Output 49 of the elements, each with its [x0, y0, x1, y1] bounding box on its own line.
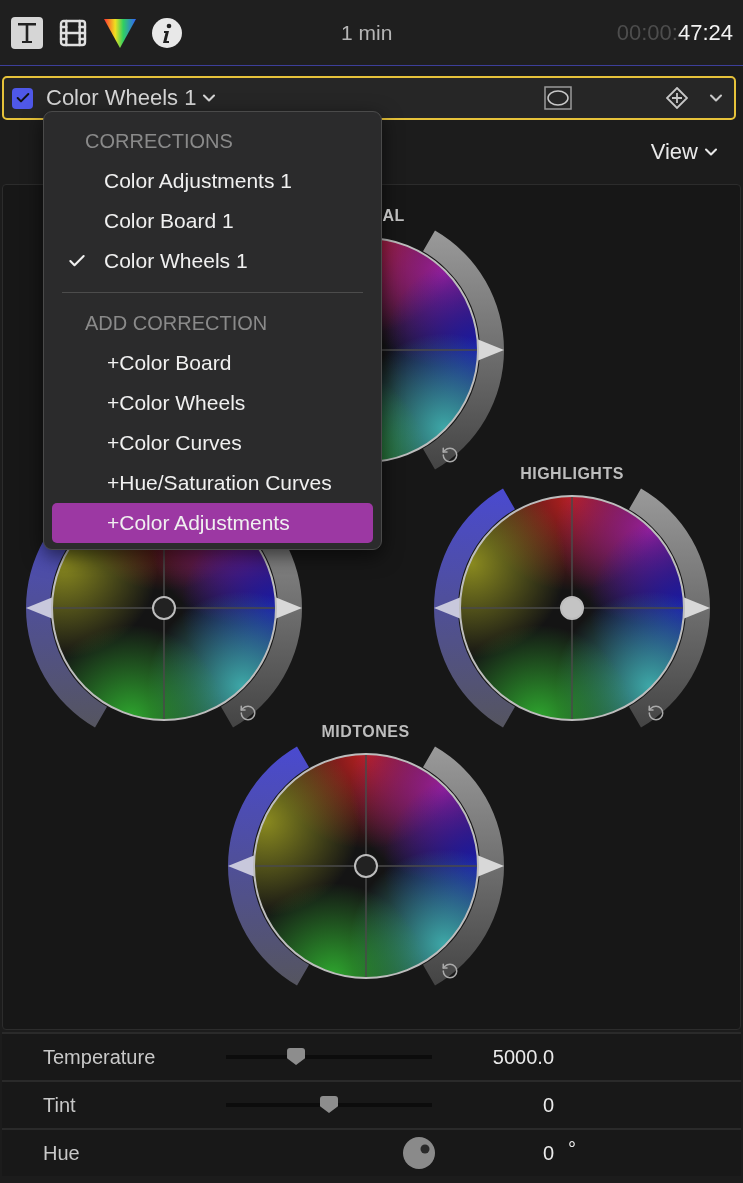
text-icon[interactable] [11, 16, 43, 49]
wheel-label: HIGHLIGHTS [520, 464, 624, 484]
brightness-slider[interactable] [422, 746, 504, 986]
info-icon[interactable] [151, 16, 183, 49]
slider-handle[interactable] [26, 597, 53, 619]
slider-handle[interactable] [477, 339, 504, 361]
menu-item[interactable]: +Color Wheels [52, 383, 373, 423]
saturation-slider[interactable] [227, 746, 309, 986]
reset-icon[interactable] [442, 964, 457, 978]
parameter-label: Temperature [42, 1045, 157, 1069]
menu-item[interactable]: +Color Adjustments [52, 503, 373, 543]
reset-icon[interactable] [442, 448, 457, 462]
timecode: 00:00:47:24 [616, 19, 733, 46]
wheel-label: MIDTONES [321, 722, 410, 742]
menu-item[interactable]: Color Adjustments 1 [52, 161, 373, 201]
menu-item[interactable]: +Hue/Saturation Curves [52, 463, 373, 503]
slider-handle[interactable] [477, 855, 504, 877]
saturation-slider[interactable] [434, 488, 515, 728]
slider-handle[interactable] [434, 597, 461, 619]
hue-dial[interactable] [403, 1137, 435, 1169]
slider-handle[interactable] [227, 855, 254, 877]
color-triangle-icon[interactable] [103, 16, 137, 49]
parameter-label: Hue [42, 1141, 81, 1165]
parameter-value: 0 [541, 1093, 554, 1117]
enable-checkbox[interactable] [12, 87, 33, 109]
menu-item[interactable]: Color Wheels 1 [52, 241, 373, 281]
slider-thumb[interactable] [320, 1096, 338, 1113]
menu-item[interactable]: +Color Curves [52, 423, 373, 463]
menu-section-header: ADD CORRECTION [84, 311, 269, 336]
brightness-slider[interactable] [629, 488, 710, 728]
duration-label: 1 min [341, 20, 394, 45]
brightness-slider[interactable] [422, 230, 504, 470]
slider-handle[interactable] [683, 597, 710, 619]
mask-icon[interactable] [544, 86, 572, 110]
unit-label: ° [568, 1137, 576, 1161]
reset-icon[interactable] [241, 706, 255, 720]
menu-section-header: CORRECTIONS [84, 129, 234, 154]
wheel-label: AL [382, 206, 405, 226]
menu-item[interactable]: Color Board 1 [52, 201, 373, 241]
reset-icon[interactable] [649, 706, 663, 720]
effect-dropdown[interactable]: Color Wheels 1 [46, 85, 220, 111]
keyframe-icon[interactable] [666, 87, 688, 109]
menu-item[interactable]: +Color Board [52, 343, 373, 383]
view-button[interactable]: View [650, 139, 721, 165]
parameter-value: 0 [541, 1141, 554, 1165]
parameter-value: 5000.0 [491, 1045, 554, 1069]
slider-handle[interactable] [275, 597, 302, 619]
slider-thumb[interactable] [287, 1048, 306, 1065]
parameter-label: Tint [42, 1093, 77, 1117]
